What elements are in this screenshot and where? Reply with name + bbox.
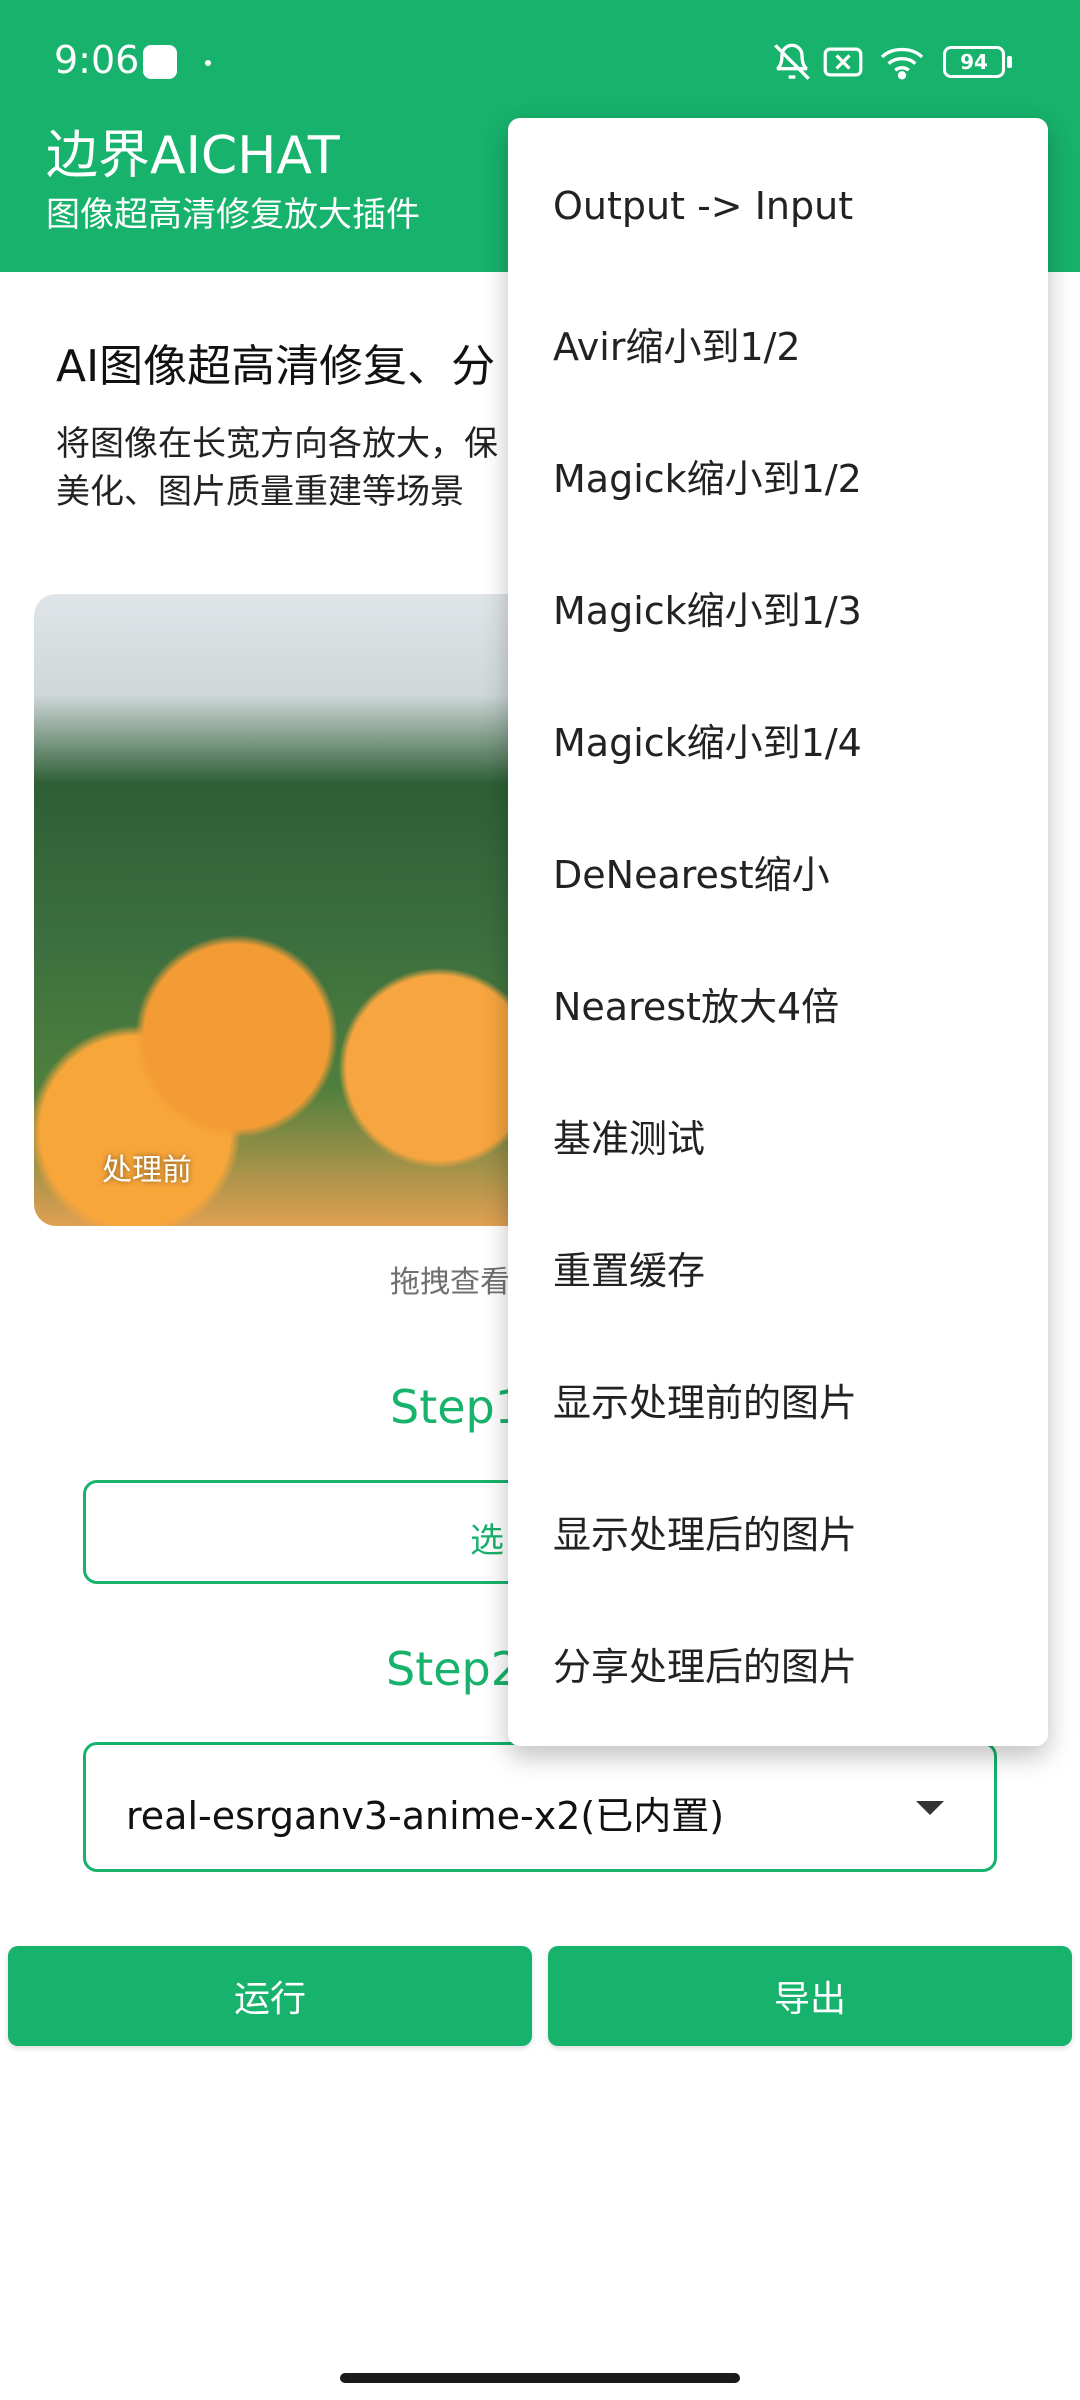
menu-item-output-input[interactable]: Output -> Input	[553, 184, 853, 228]
wifi-icon	[878, 42, 926, 82]
app-title: 边界AICHAT	[46, 126, 340, 186]
model-select-value: real-esrganv3-anime-x2(已内置)	[126, 1794, 725, 1838]
battery-icon: 94	[943, 46, 1005, 78]
menu-item-magick-quarter[interactable]: Magick缩小到1/4	[553, 712, 862, 767]
page-headline: AI图像超高清修复、分	[56, 341, 496, 392]
menu-item-magick-half[interactable]: Magick缩小到1/2	[553, 448, 862, 503]
run-button[interactable]: 运行	[8, 1946, 532, 2046]
status-time: 9:06	[54, 38, 140, 82]
photo-label: 处理前	[102, 1153, 192, 1188]
menu-item-benchmark[interactable]: 基准测试	[553, 1108, 705, 1163]
app-notification-icon	[143, 45, 177, 79]
menu-item-show-before[interactable]: 显示处理前的图片	[553, 1372, 857, 1427]
status-dot	[205, 60, 211, 66]
menu-item-denearest[interactable]: DeNearest缩小	[553, 844, 830, 899]
battery-tip	[1007, 56, 1012, 68]
menu-item-avir-half[interactable]: Avir缩小到1/2	[553, 316, 801, 371]
export-button[interactable]: 导出	[548, 1946, 1072, 2046]
caret-down-icon	[916, 1801, 944, 1815]
home-indicator	[340, 2373, 740, 2383]
menu-item-magick-third[interactable]: Magick缩小到1/3	[553, 580, 862, 635]
bell-off-icon	[772, 42, 812, 82]
menu-item-nearest-4x[interactable]: Nearest放大4倍	[553, 976, 839, 1031]
menu-item-share-after[interactable]: 分享处理后的图片	[553, 1636, 857, 1691]
menu-item-show-after[interactable]: 显示处理后的图片	[553, 1504, 857, 1559]
step2-label: Step2	[386, 1642, 521, 1696]
drag-hint: 拖拽查看	[390, 1265, 510, 1300]
menu-item-reset-cache[interactable]: 重置缓存	[553, 1240, 705, 1295]
select-image-button-label: 选	[470, 1521, 504, 1561]
step1-label: Step1	[390, 1380, 525, 1434]
app-subtitle: 图像超高清修复放大插件	[46, 195, 420, 235]
box-x-icon	[822, 42, 864, 82]
